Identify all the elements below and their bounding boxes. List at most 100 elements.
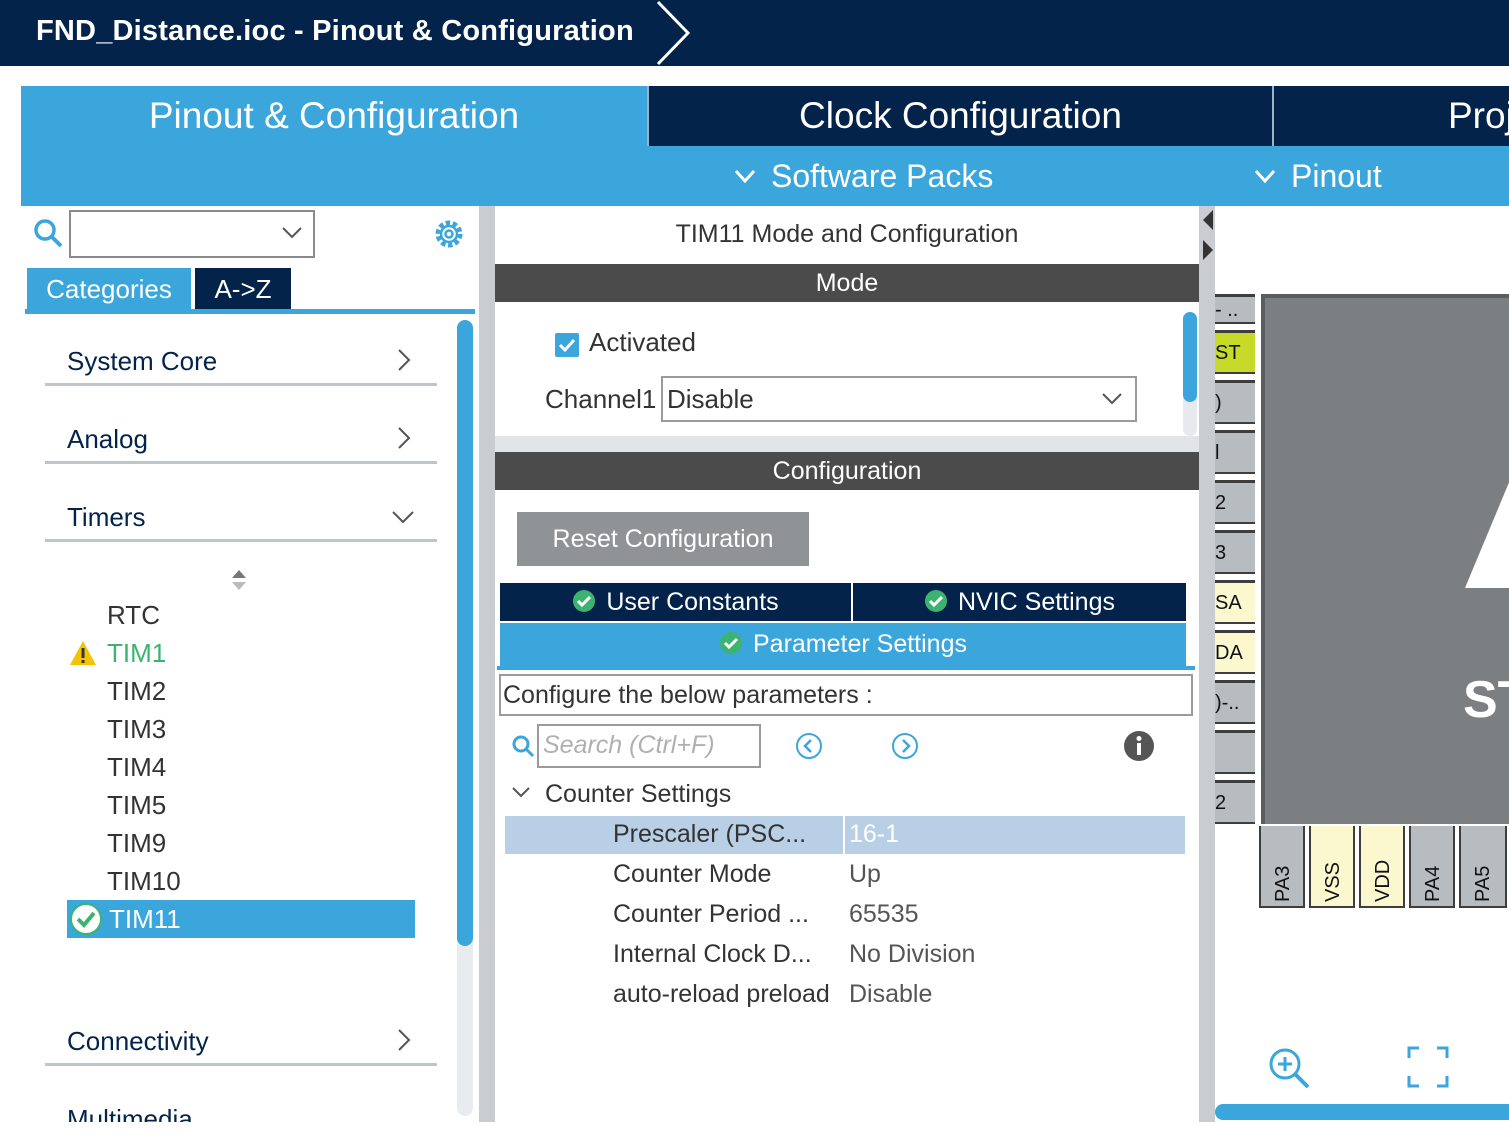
pin-left[interactable]: 2: [1215, 780, 1255, 824]
pin-left[interactable]: - ..: [1215, 294, 1255, 324]
tab-pinout-configuration[interactable]: Pinout & Configuration: [21, 86, 647, 146]
pin-left[interactable]: ): [1215, 380, 1255, 424]
timer-label: TIM11: [109, 904, 181, 934]
horizontal-scrollbar[interactable]: [1215, 1104, 1509, 1120]
tab-parameter-settings[interactable]: Parameter Settings: [500, 623, 1186, 666]
mode-scrollbar-thumb[interactable]: [1183, 312, 1197, 402]
sort-icon[interactable]: [229, 568, 249, 592]
chevron-down-icon: [512, 787, 530, 798]
channel1-value: Disable: [667, 384, 754, 414]
info-icon[interactable]: [1123, 730, 1155, 762]
gear-icon[interactable]: [431, 216, 467, 252]
chevron-down-icon: [282, 227, 302, 239]
pinout-menu[interactable]: Pinout: [1253, 146, 1382, 206]
pin-left[interactable]: [1215, 730, 1255, 774]
param-name: auto-reload preload: [613, 980, 830, 1008]
timer-tim3[interactable]: TIM3: [107, 714, 166, 745]
param-row-prescaler[interactable]: Prescaler (PSC... 16-1: [505, 816, 1185, 854]
pin-left[interactable]: 3: [1215, 530, 1255, 574]
pin-pa4[interactable]: PA4: [1409, 826, 1455, 908]
category-label: Connectivity: [67, 1026, 209, 1056]
pin-label: PA4: [1422, 865, 1444, 902]
checkmark-icon: [558, 338, 576, 353]
previous-result-icon[interactable]: [795, 732, 823, 760]
mode-configuration-panel: TIM11 Mode and Configuration Mode Activa…: [495, 206, 1199, 1122]
pin-left[interactable]: SA: [1215, 580, 1255, 624]
pin-left[interactable]: l: [1215, 430, 1255, 474]
param-value[interactable]: Up: [849, 860, 881, 889]
configure-parameters-text: Configure the below parameters :: [499, 674, 1193, 716]
window-title: FND_Distance.ioc - Pinout & Configuratio…: [36, 15, 634, 47]
panel-splitter[interactable]: [479, 206, 495, 1122]
section-splitter[interactable]: [495, 436, 1199, 452]
param-row-counter-period[interactable]: Counter Period ... 65535: [505, 896, 1185, 934]
software-packs-menu[interactable]: Software Packs: [733, 146, 993, 206]
param-row-counter-mode[interactable]: Counter Mode Up: [505, 856, 1185, 894]
param-value[interactable]: 16-1: [849, 820, 899, 849]
param-name: Counter Period ...: [613, 900, 809, 928]
parameter-search-input[interactable]: Search (Ctrl+F): [537, 724, 761, 768]
category-connectivity[interactable]: Connectivity: [45, 1020, 437, 1066]
pin-left[interactable]: )-..: [1215, 680, 1255, 724]
configuration-header: Configuration: [495, 452, 1199, 490]
tab-nvic-settings[interactable]: NVIC Settings: [853, 583, 1186, 621]
category-timers[interactable]: Timers: [45, 496, 437, 542]
reset-configuration-button[interactable]: Reset Configuration: [517, 512, 809, 566]
breadcrumb-chevron-icon: [656, 0, 691, 66]
next-result-icon[interactable]: [891, 732, 919, 760]
tab-label: Parameter Settings: [753, 630, 967, 658]
chip-label: ST: [1463, 671, 1509, 729]
activated-label: Activated: [589, 327, 696, 357]
sub-toolbar: Software Packs Pinout: [21, 146, 1509, 206]
tab-user-constants[interactable]: User Constants: [500, 583, 851, 621]
channel1-select[interactable]: Disable: [661, 376, 1137, 422]
timer-tim5[interactable]: TIM5: [107, 790, 166, 821]
fit-to-window-icon[interactable]: [1407, 1046, 1449, 1088]
pin-left[interactable]: DA: [1215, 630, 1255, 674]
timer-tim9[interactable]: TIM9: [107, 828, 166, 859]
scrollbar-thumb[interactable]: [457, 320, 473, 946]
tab-clock-configuration[interactable]: Clock Configuration: [649, 86, 1272, 146]
pinout-label: Pinout: [1291, 158, 1382, 194]
param-row-auto-reload-preload[interactable]: auto-reload preload Disable: [505, 976, 1185, 1014]
category-analog[interactable]: Analog: [45, 418, 437, 464]
timer-tim1[interactable]: TIM1: [107, 638, 166, 669]
pin-pa5[interactable]: PA5: [1459, 826, 1507, 908]
search-icon: [34, 219, 63, 248]
pin-left[interactable]: 2: [1215, 480, 1255, 524]
param-value[interactable]: 65535: [849, 900, 919, 929]
pin-left[interactable]: ST: [1215, 330, 1255, 374]
timer-tim2[interactable]: TIM2: [107, 676, 166, 707]
group-label: Counter Settings: [545, 780, 732, 808]
search-placeholder: Search (Ctrl+F): [543, 731, 715, 759]
category-label: System Core: [67, 346, 218, 376]
activated-checkbox[interactable]: [555, 333, 579, 357]
tab-project-manager[interactable]: Proj: [1274, 86, 1509, 146]
panel-splitter[interactable]: [1199, 206, 1215, 1122]
param-row-internal-clock-division[interactable]: Internal Clock D... No Division: [505, 936, 1185, 974]
timer-tim10[interactable]: TIM10: [107, 866, 181, 897]
pin-vss[interactable]: VSS: [1309, 826, 1355, 908]
pin-vdd[interactable]: VDD: [1359, 826, 1405, 908]
category-search-input[interactable]: [69, 210, 315, 258]
tab-categories[interactable]: Categories: [27, 268, 191, 310]
tab-a-z[interactable]: A->Z: [195, 268, 291, 310]
check-circle-icon: [720, 632, 742, 655]
timer-rtc[interactable]: RTC: [107, 600, 160, 631]
chevron-down-icon: [734, 169, 756, 183]
param-name: Internal Clock D...: [613, 940, 812, 968]
pin-pa3[interactable]: PA3: [1259, 826, 1305, 908]
zoom-in-icon[interactable]: [1267, 1046, 1311, 1090]
param-value[interactable]: No Division: [849, 940, 975, 969]
mcu-chip[interactable]: ST: [1261, 294, 1509, 824]
title-bar: FND_Distance.ioc - Pinout & Configuratio…: [0, 0, 1509, 66]
check-circle-icon: [70, 903, 102, 935]
timer-tim4[interactable]: TIM4: [107, 752, 166, 783]
category-system-core[interactable]: System Core: [45, 340, 437, 386]
software-packs-label: Software Packs: [771, 158, 994, 194]
param-value[interactable]: Disable: [849, 980, 932, 1009]
category-multimedia[interactable]: Multimedia: [45, 1098, 437, 1122]
collapse-arrows-icon[interactable]: [1201, 206, 1215, 266]
st-logo-shape: [1465, 482, 1509, 588]
timer-tim11[interactable]: TIM11: [67, 900, 415, 938]
